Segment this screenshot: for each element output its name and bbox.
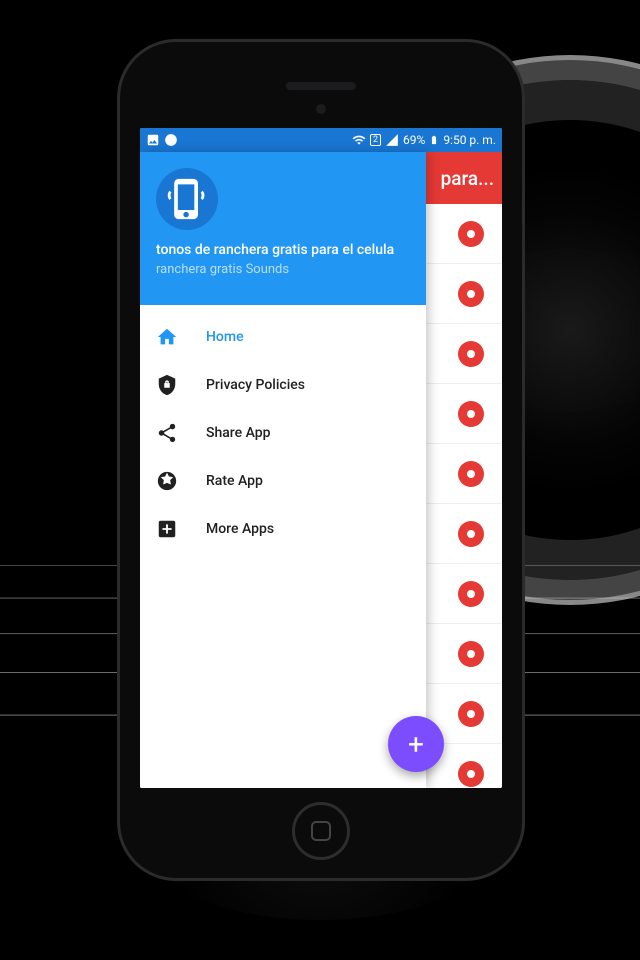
phone-frame: 2 69% 9:50 p. m. para... e e [120, 42, 522, 878]
drawer-header: tonos de ranchera gratis para el celula … [140, 152, 426, 305]
shield-icon [156, 374, 178, 396]
sim-indicator: 2 [370, 134, 381, 146]
play-icon[interactable] [458, 461, 484, 487]
clock-text: 9:50 p. m. [443, 133, 496, 147]
app-logo [156, 168, 218, 230]
phone-earpiece [286, 82, 356, 90]
battery-text: 69% [403, 133, 425, 147]
phone-home-button[interactable] [292, 802, 350, 860]
play-icon[interactable] [458, 281, 484, 307]
plus-box-icon [156, 518, 178, 540]
nav-share[interactable]: Share App [140, 409, 426, 457]
nav-item-label: Rate App [206, 473, 263, 489]
battery-icon [429, 133, 439, 147]
nav-drawer: tonos de ranchera gratis para el celula … [140, 152, 426, 788]
screen: 2 69% 9:50 p. m. para... e e [140, 128, 502, 788]
nav-more[interactable]: More Apps [140, 505, 426, 553]
nav-item-label: More Apps [206, 521, 274, 537]
play-icon[interactable] [458, 581, 484, 607]
nav-privacy[interactable]: Privacy Policies [140, 361, 426, 409]
share-icon [156, 422, 178, 444]
play-icon[interactable] [458, 341, 484, 367]
phone-camera [316, 104, 326, 114]
status-bar: 2 69% 9:50 p. m. [140, 128, 502, 152]
play-icon[interactable] [458, 521, 484, 547]
plus-icon: + [408, 728, 424, 761]
wifi-icon [352, 133, 366, 147]
play-icon[interactable] [458, 221, 484, 247]
star-circle-icon [156, 470, 178, 492]
nav-item-label: Privacy Policies [206, 377, 305, 393]
nav-item-label: Home [206, 329, 244, 345]
play-icon[interactable] [458, 401, 484, 427]
nav-rate[interactable]: Rate App [140, 457, 426, 505]
toolbar-title-fragment: para... [441, 167, 502, 190]
drawer-title: tonos de ranchera gratis para el celula [156, 242, 410, 258]
phone-ring-icon [165, 177, 209, 221]
nav-home[interactable]: Home [140, 313, 426, 361]
drawer-subtitle: ranchera gratis Sounds [156, 262, 410, 277]
shazam-icon [164, 133, 178, 147]
play-icon[interactable] [458, 701, 484, 727]
image-icon [146, 133, 160, 147]
home-icon [156, 326, 178, 348]
nav-item-label: Share App [206, 425, 271, 441]
play-icon[interactable] [458, 641, 484, 667]
fab-add[interactable]: + [388, 716, 444, 772]
play-icon[interactable] [458, 761, 484, 787]
signal-icon [385, 133, 399, 147]
